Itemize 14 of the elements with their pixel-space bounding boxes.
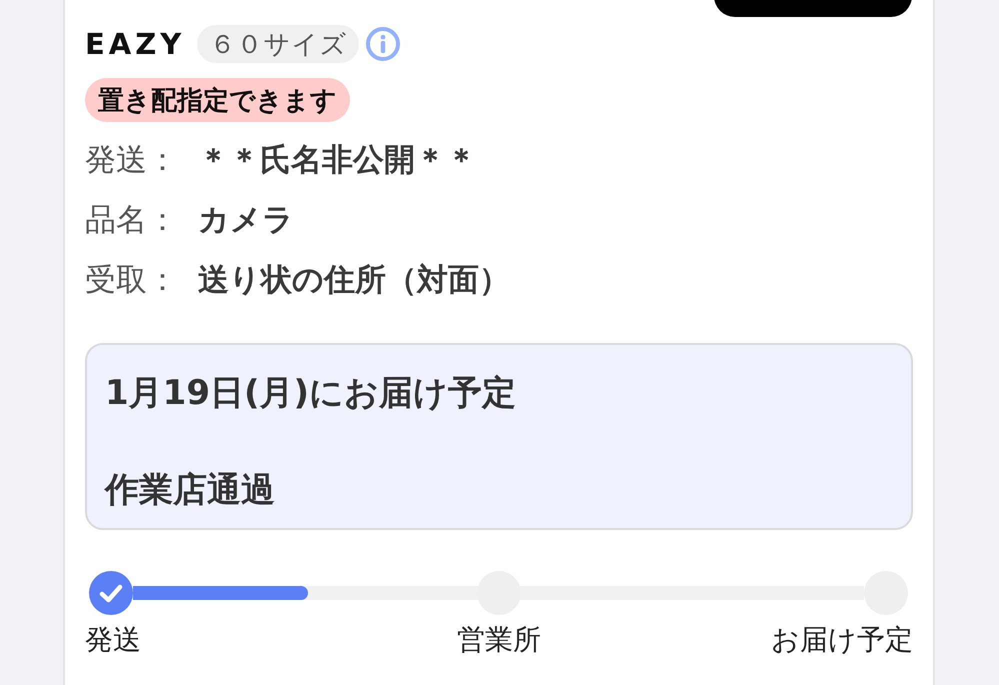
size-tag: ６０サイズ	[197, 25, 360, 63]
step-label: 発送	[85, 623, 141, 657]
step-label: お届け予定	[771, 623, 913, 657]
detail-label: 発送：	[85, 141, 178, 180]
detail-label: 品名：	[85, 201, 178, 240]
carrier-logo: EAZY	[85, 30, 186, 58]
detail-value: 送り状の住所（対面）	[198, 261, 510, 300]
detail-label: 受取：	[85, 261, 178, 300]
detail-value: ＊＊氏名非公開＊＊	[198, 141, 477, 180]
detail-value: カメラ	[198, 201, 294, 240]
delivery-option-badge: 置き配指定できます	[85, 78, 350, 122]
delivery-date-text: 1月19日(月)にお届け予定	[105, 372, 518, 415]
current-status-text: 作業店通過	[105, 469, 276, 512]
step-label: 営業所	[457, 623, 541, 657]
